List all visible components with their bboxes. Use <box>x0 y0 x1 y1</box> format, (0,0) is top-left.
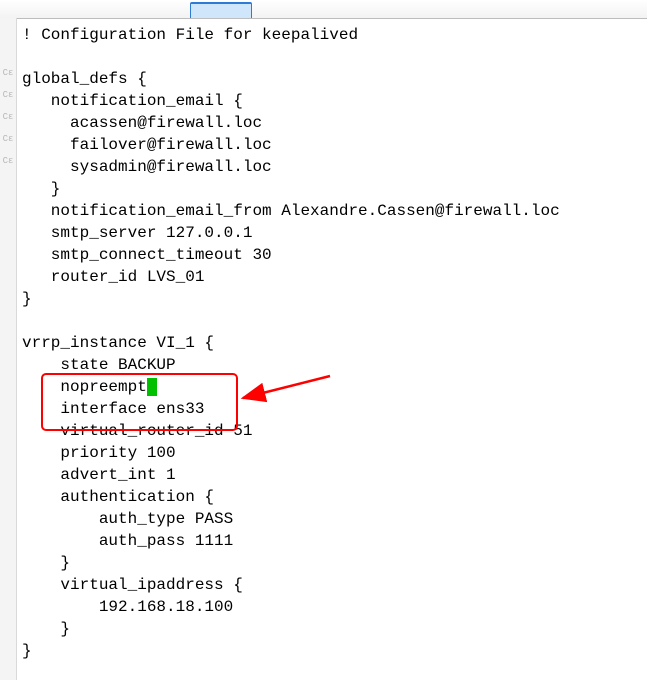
code-line: router_id LVS_01 <box>22 268 204 286</box>
code-line: vrrp_instance VI_1 { <box>22 334 214 352</box>
code-line: authentication { <box>22 488 214 506</box>
text-cursor <box>147 378 157 396</box>
code-line: global_defs { <box>22 70 147 88</box>
gutter-blank <box>0 40 16 62</box>
code-line: priority 100 <box>22 444 176 462</box>
code-line: acassen@firewall.loc <box>22 114 262 132</box>
editor-gutter: Cε Cε Cε Cε Cε <box>0 18 17 680</box>
gutter-blank <box>0 18 16 40</box>
code-line: virtual_ipaddress { <box>22 576 243 594</box>
code-line: auth_type PASS <box>22 510 233 528</box>
code-line: notification_email_from Alexandre.Cassen… <box>22 202 560 220</box>
code-line: smtp_server 127.0.0.1 <box>22 224 252 242</box>
code-line: } <box>22 290 32 308</box>
code-line: notification_email { <box>22 92 243 110</box>
gutter-marker: Cε <box>0 106 16 128</box>
code-line: advert_int 1 <box>22 466 176 484</box>
code-line: state BACKUP <box>22 356 176 374</box>
code-editor[interactable]: ! Configuration File for keepalived glob… <box>16 18 647 680</box>
code-line: } <box>22 180 60 198</box>
gutter-marker: Cε <box>0 62 16 84</box>
tab-strip <box>0 0 647 19</box>
code-line: sysadmin@firewall.loc <box>22 158 272 176</box>
active-tab[interactable] <box>190 2 252 18</box>
code-line: virtual_router_id 51 <box>22 422 252 440</box>
code-line: nopreempt <box>22 378 147 396</box>
code-line: ! Configuration File for keepalived <box>22 26 358 44</box>
code-line: } <box>22 554 70 572</box>
gutter-marker: Cε <box>0 128 16 150</box>
gutter-marker: Cε <box>0 150 16 172</box>
code-line: failover@firewall.loc <box>22 136 272 154</box>
code-line: smtp_connect_timeout 30 <box>22 246 272 264</box>
code-line: } <box>22 620 70 638</box>
gutter-marker: Cε <box>0 84 16 106</box>
code-line: 192.168.18.100 <box>22 598 233 616</box>
code-line: } <box>22 642 32 660</box>
code-line: auth_pass 1111 <box>22 532 233 550</box>
code-line: interface ens33 <box>22 400 204 418</box>
